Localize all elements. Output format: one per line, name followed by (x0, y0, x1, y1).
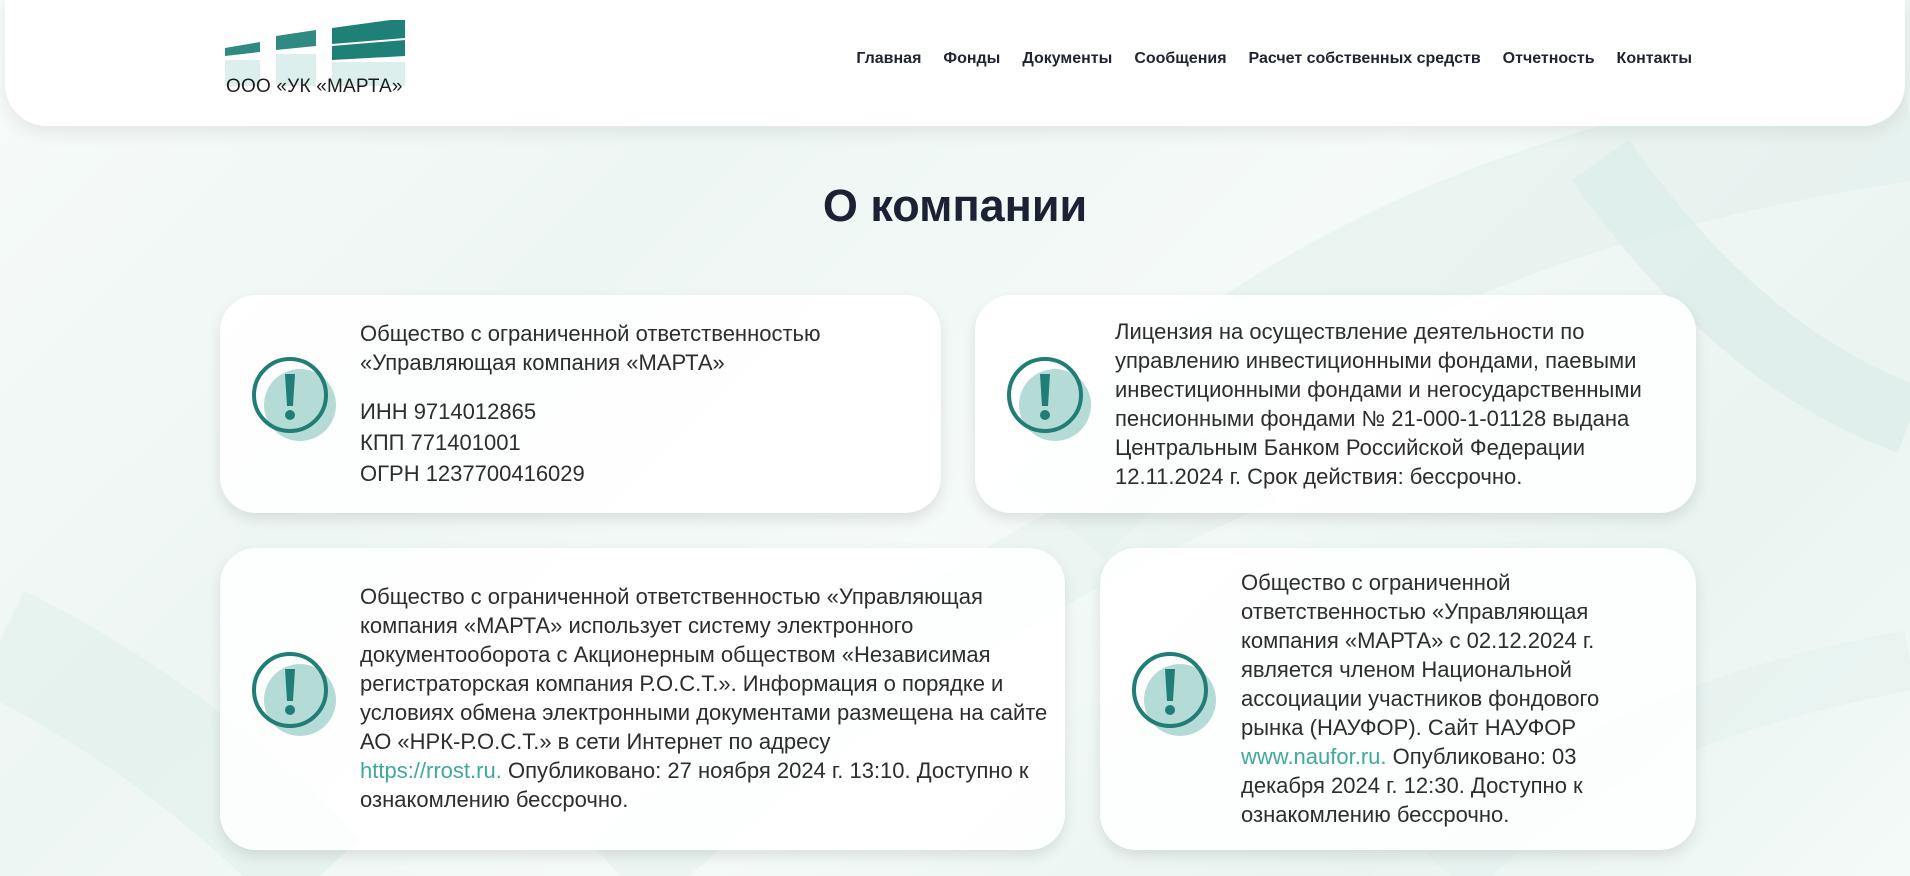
naufor-card: Общество с ограниченной ответственностью… (1100, 548, 1696, 850)
nav-messages[interactable]: Сообщения (1134, 50, 1226, 68)
naufor-text: Общество с ограниченной ответственностью… (1241, 568, 1641, 829)
main-nav: Главная Фонды Документы Сообщения Расчет… (856, 50, 1692, 68)
company-inn: ИНН 9714012865 (360, 399, 537, 424)
company-info-card: Общество с ограниченной ответственностью… (220, 295, 941, 513)
naufor-paragraph: Общество с ограниченной ответственностью… (1241, 568, 1641, 829)
edo-text-before: Общество с ограниченной ответственностью… (360, 584, 1048, 754)
exclamation-circle-icon (1007, 357, 1091, 441)
company-ogrn: ОГРН 1237700416029 (360, 461, 585, 486)
nav-own-funds-calculation[interactable]: Расчет собственных средств (1249, 50, 1481, 68)
edo-card: Общество с ограниченной ответственностью… (220, 548, 1065, 850)
page-title: О компании (822, 180, 1088, 231)
nav-funds[interactable]: Фонды (943, 50, 1000, 68)
nav-documents[interactable]: Документы (1022, 50, 1112, 68)
naufor-link[interactable]: www.naufor.ru. (1241, 744, 1387, 769)
license-text: Лицензия на осуществление деятельности п… (1115, 317, 1680, 491)
nav-reports[interactable]: Отчетность (1503, 50, 1595, 68)
logo-text: ООО «УК «МАРТА» (226, 76, 403, 97)
license-card: Лицензия на осуществление деятельности п… (975, 295, 1696, 513)
edo-paragraph: Общество с ограниченной ответственностью… (360, 582, 1050, 814)
nav-home[interactable]: Главная (856, 50, 921, 68)
company-name-line2: «Управляющая компания «МАРТА» (360, 350, 725, 375)
edo-text: Общество с ограниченной ответственностью… (360, 582, 1050, 814)
company-kpp: КПП 771401001 (360, 430, 521, 455)
rrost-link[interactable]: https://rrost.ru. (360, 758, 502, 783)
naufor-text-before: Общество с ограниченной ответственностью… (1241, 570, 1600, 740)
license-paragraph: Лицензия на осуществление деятельности п… (1115, 319, 1642, 489)
company-name-line1: Общество с ограниченной ответственностью (360, 321, 821, 346)
company-info-text: Общество с ограниченной ответственностью… (360, 319, 920, 489)
exclamation-circle-icon (1132, 652, 1216, 736)
exclamation-circle-icon (252, 357, 336, 441)
nav-contacts[interactable]: Контакты (1617, 50, 1692, 68)
exclamation-circle-icon (252, 652, 336, 736)
site-header: ООО «УК «МАРТА» Главная Фонды Документы … (5, 0, 1905, 126)
